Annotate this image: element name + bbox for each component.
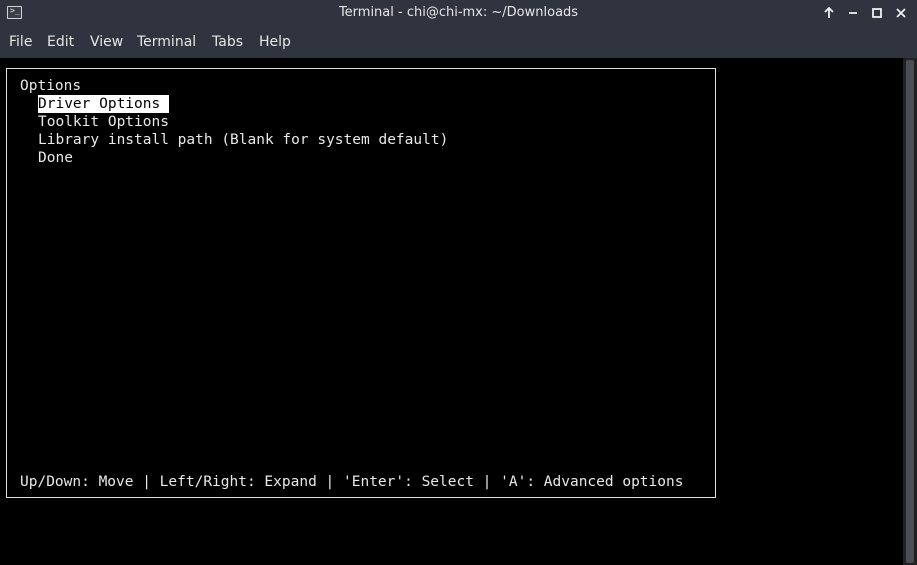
- menu-terminal[interactable]: Terminal: [137, 34, 196, 50]
- option-driver-options[interactable]: Driver Options: [38, 95, 170, 113]
- option-toolkit-options[interactable]: Toolkit Options: [38, 113, 169, 131]
- maximize-button[interactable]: [868, 4, 886, 22]
- menu-file[interactable]: File: [9, 34, 32, 50]
- menu-tabs[interactable]: Tabs: [212, 34, 243, 50]
- menu-view[interactable]: View: [90, 34, 123, 50]
- key-help-footer: Up/Down: Move | Left/Right: Expand | 'En…: [20, 474, 684, 490]
- menu-edit[interactable]: Edit: [47, 34, 74, 50]
- option-done[interactable]: Done: [38, 149, 73, 167]
- menu-bar: File Edit View Terminal Tabs Help: [0, 28, 917, 58]
- keep-above-button[interactable]: [820, 4, 838, 22]
- window-title: Terminal - chi@chi-mx: ~/Downloads: [338, 5, 579, 20]
- minimize-button[interactable]: [844, 4, 862, 22]
- close-button[interactable]: [892, 4, 910, 22]
- arrow-up-icon: [824, 7, 834, 18]
- terminal-window: >_ Terminal - chi@chi-mx: ~/Downloads Fi…: [0, 0, 917, 565]
- option-library-install-path[interactable]: Library install path (Blank for system d…: [38, 131, 448, 149]
- terminal-scrollbar[interactable]: [903, 58, 917, 565]
- terminal-area[interactable]: Options Driver Options Toolkit Options L…: [0, 58, 903, 565]
- minimize-icon: [849, 12, 857, 14]
- options-dialog: Options Driver Options Toolkit Options L…: [6, 68, 716, 498]
- menu-help[interactable]: Help: [259, 34, 291, 50]
- scrollbar-thumb[interactable]: [906, 60, 914, 563]
- app-icon-glyph: >_: [10, 6, 20, 15]
- close-icon: [896, 8, 906, 18]
- maximize-icon: [872, 8, 882, 18]
- title-bar[interactable]: >_ Terminal - chi@chi-mx: ~/Downloads: [0, 0, 917, 28]
- options-heading: Options: [20, 78, 82, 94]
